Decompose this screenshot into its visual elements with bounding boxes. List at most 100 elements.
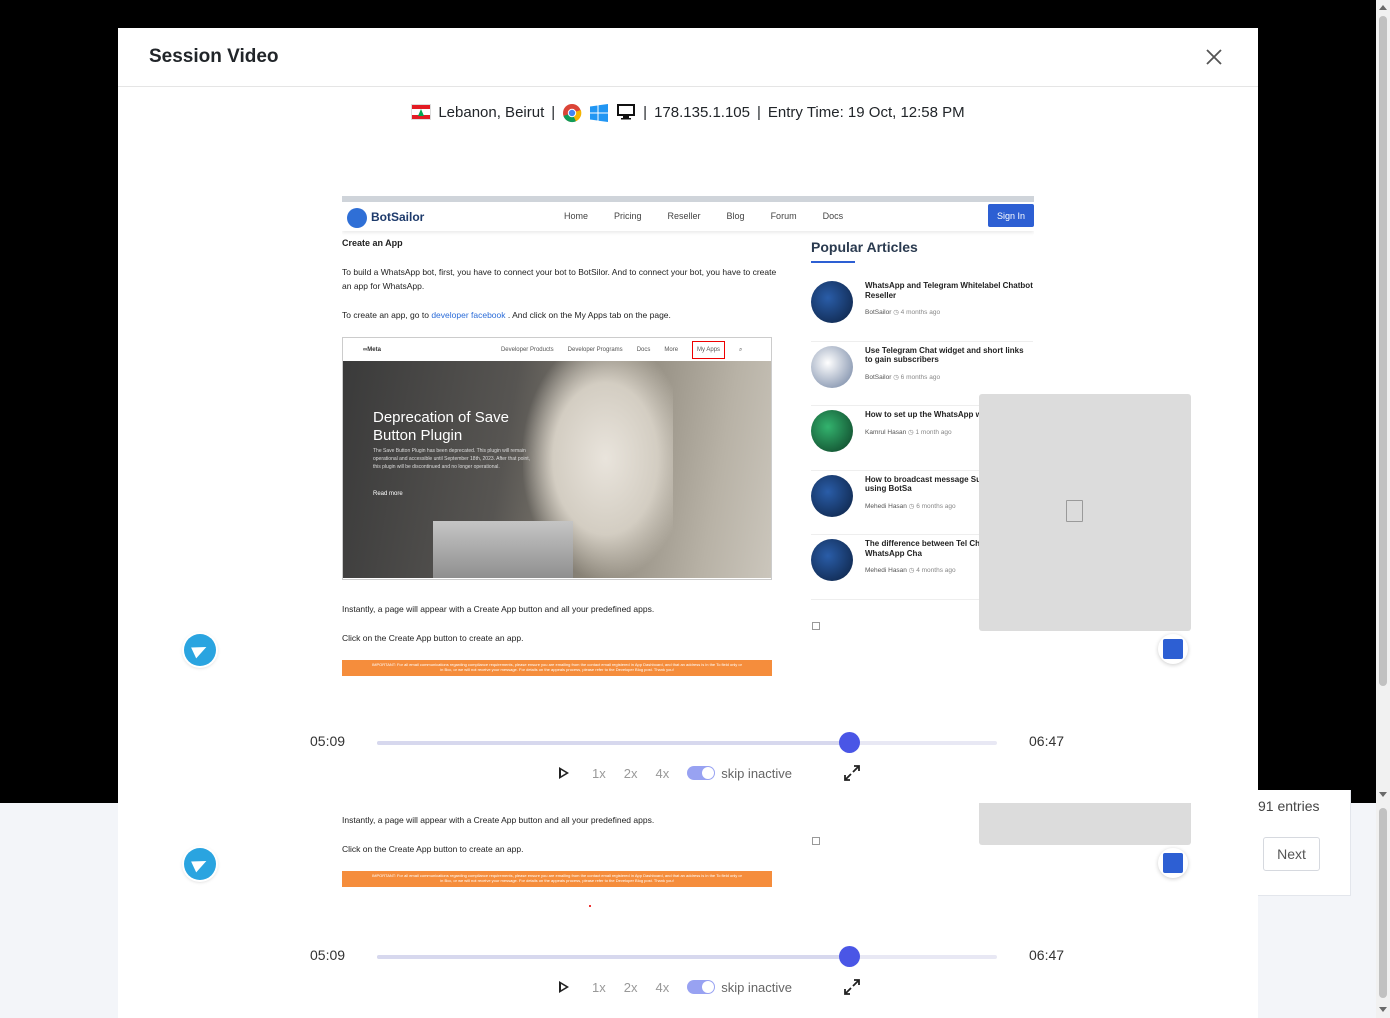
player-controls: 05:09 06:47 1x 2x 4x skip inactive [118,732,1258,803]
player-controls-duplicate: 05:09 06:47 1x 2x 4x skip inactive [118,946,1258,1017]
chrome-icon [562,103,582,123]
clock-icon: ◷ [893,373,899,381]
speed-1x[interactable]: 1x [592,980,606,995]
total-time: 06:47 [1029,947,1065,963]
replay-nav-forum: Forum [770,211,797,221]
scroll-down-arrow[interactable] [1379,792,1387,797]
meta-nav-item: Developer Programs [567,346,623,353]
article-title: Use Telegram Chat widget and short links… [865,345,1024,365]
chat-widget-icon [1158,634,1188,664]
speed-1x[interactable]: 1x [592,766,606,781]
meta-hero-subtext: The Save Button Plugin has been deprecat… [373,448,531,470]
replay-sign-in: Sign In [988,204,1034,227]
clock-icon: ◷ [908,567,915,574]
skip-inactive-toggle[interactable] [687,980,716,994]
meta-screenshot: ∞Meta Developer Products Developer Progr… [342,337,772,580]
skip-inactive-label: skip inactive [721,765,793,781]
skip-inactive-toggle[interactable] [687,766,716,780]
play-icon[interactable] [558,766,570,780]
article-paragraph: Instantly, a page will appear with a Cre… [342,604,655,614]
current-time: 05:09 [310,733,346,749]
article-author: Mehedi Hasan [865,567,907,574]
meta-hero-image: Deprecation of Save Button Plugin The Sa… [343,361,771,578]
replay-navbar: BotSailor Home Pricing Reseller Blog For… [342,196,1034,231]
replay-nav-reseller: Reseller [667,211,701,221]
replay-nav: Home Pricing Reseller Blog Forum Docs [564,211,843,221]
scroll-up-arrow[interactable] [1379,5,1387,10]
scrollbar-thumb[interactable] [1379,16,1387,686]
expand-icon[interactable] [844,765,860,781]
progress-fill [377,741,850,745]
video-placeholder [979,394,1191,631]
article-age: 1 month ago [915,428,952,436]
meta-my-apps: My Apps [692,340,726,359]
replay-nav-pricing: Pricing [614,211,642,221]
article-paragraph: Instantly, a page will appear with a Cre… [342,815,655,825]
modal-header: Session Video [118,28,1258,87]
meta-logo: ∞Meta [363,346,381,353]
skip-inactive-label: skip inactive [721,979,793,995]
meta-navbar: ∞Meta Developer Products Developer Progr… [343,338,771,361]
article-paragraph: Click on the Create App button to create… [342,633,524,643]
desktop-icon [616,103,636,121]
session-video-modal: Session Video Lebanon, Beirut | | 178.13… [118,28,1258,1018]
clock-icon: ◷ [893,309,899,316]
scrollbar-thumb-lower[interactable] [1379,808,1387,998]
separator: | [643,103,648,121]
speed-4x[interactable]: 4x [655,766,669,781]
session-entry-time: Entry Time: 19 Oct, 12:58 PM [767,103,965,121]
meta-nav-item: More [664,346,679,353]
close-icon[interactable] [1203,46,1225,68]
session-location: Lebanon, Beirut [438,103,545,121]
telegram-icon [184,634,216,666]
developer-facebook-link: developer facebook [431,310,506,320]
total-time: 06:47 [1029,733,1065,749]
speed-2x[interactable]: 2x [624,766,638,781]
expand-icon[interactable] [844,979,860,995]
article-author: Mehedi Hasan [865,502,907,510]
video-placeholder-duplicate [979,803,1191,845]
next-page-button[interactable]: Next [1263,837,1320,871]
botsailor-logo-icon [347,208,367,228]
progress-knob[interactable] [839,946,861,967]
broken-image-icon [812,622,820,630]
replay-viewport: BotSailor Home Pricing Reseller Blog For… [342,196,1034,676]
article-age: 4 months ago [916,567,956,574]
entries-count: 91 entries [1258,798,1320,814]
progress-track[interactable] [377,946,997,967]
article-paragraph: Click on the Create App button to create… [342,844,524,854]
popular-articles-title: Popular Articles [811,239,918,255]
page-scrollbar[interactable] [1376,0,1390,1018]
speed-2x[interactable]: 2x [624,980,638,995]
session-ip: 178.135.1.105 [654,103,750,121]
replay-article-duplicate: Instantly, a page will appear with a Cre… [342,813,782,887]
lebanon-flag-icon [411,104,432,120]
clock-icon: ◷ [908,502,915,510]
speed-4x[interactable]: 4x [655,980,669,995]
broken-image-icon [812,837,820,845]
article-author: BotSailor [865,373,892,381]
modal-title: Session Video [149,46,279,67]
windows-icon [589,103,609,122]
progress-fill [377,955,850,959]
scroll-down-arrow-lower[interactable] [1379,1007,1387,1012]
separator: | [757,103,761,121]
article-author: Kamrul Hasan [865,428,907,436]
progress-track[interactable] [377,732,997,753]
replay-viewport-duplicate: Instantly, a page will appear with a Cre… [342,803,1034,923]
playback-controls: 1x 2x 4x skip inactive [558,979,860,995]
progress-knob[interactable] [839,732,861,753]
replay-article: Create an App To build a WhatsApp bot, f… [342,236,782,676]
meta-nav-item: Developer Products [500,346,554,353]
article-paragraph: To build a WhatsApp bot, first, you have… [342,267,777,291]
article-thumbnail [811,345,853,388]
meta-hero-heading: Deprecation of Save Button Plugin [373,409,509,444]
search-icon: ⌕ [739,346,743,353]
replay-nav-blog: Blog [726,211,745,221]
article-title: WhatsApp and Telegram Whitelabel Chatbot… [865,281,1033,300]
separator: | [551,103,556,121]
play-icon[interactable] [558,980,570,994]
meta-read-more: Read more [373,491,403,497]
replay-cursor-dot [589,905,591,907]
clock-icon: ◷ [908,428,914,436]
